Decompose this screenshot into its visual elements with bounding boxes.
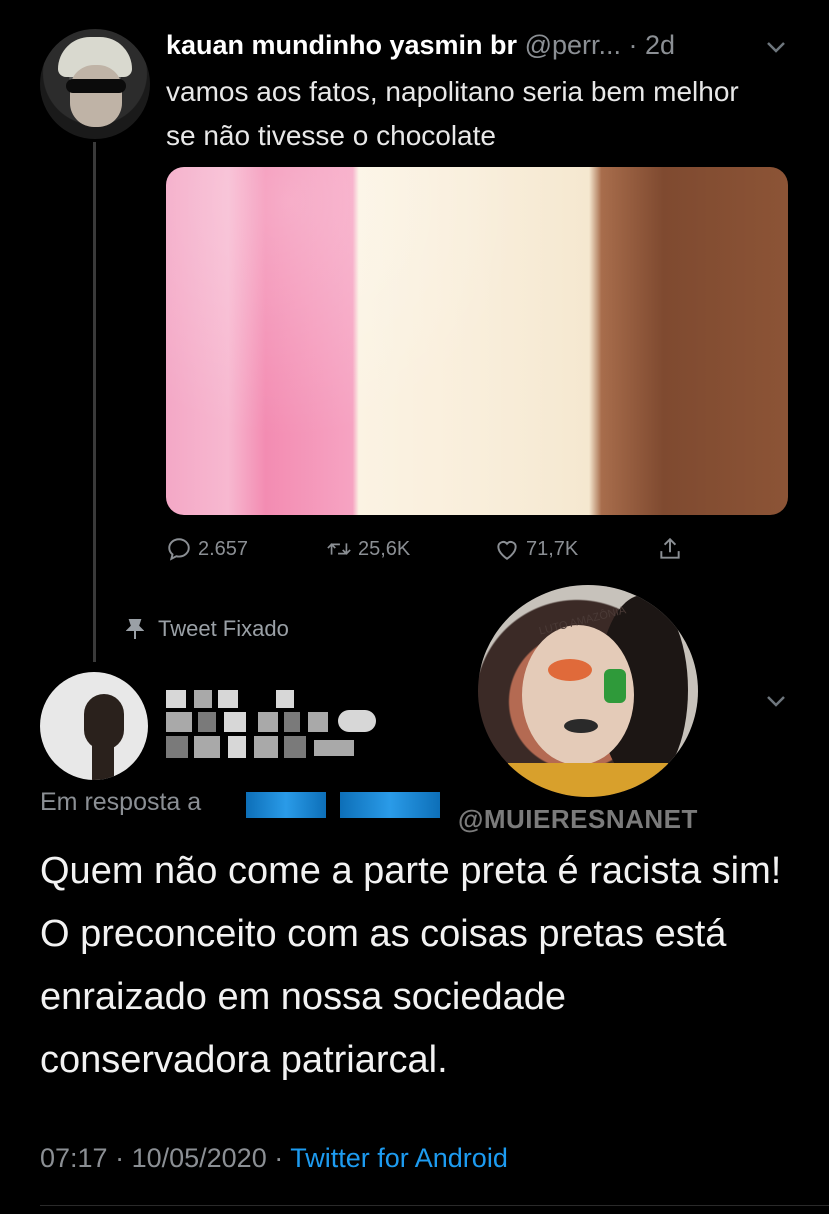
- pin-icon: [126, 619, 144, 639]
- chevron-down-icon[interactable]: [766, 34, 786, 60]
- tweet-text: Quem não come a parte preta é racista si…: [40, 850, 782, 1081]
- reply-icon: [168, 538, 190, 561]
- handle[interactable]: @perr...: [525, 30, 621, 60]
- heart-icon: [497, 541, 517, 560]
- like-button[interactable]: 71,7K: [494, 536, 578, 562]
- tweet-time: 07:17: [40, 1143, 108, 1173]
- pinned-text: Tweet Fixado: [158, 616, 289, 641]
- censored-reply-handle: [340, 792, 440, 818]
- flag-paint: [604, 669, 626, 703]
- avatar-sunglasses: [66, 79, 126, 93]
- reply-button[interactable]: 2.657: [166, 536, 248, 562]
- display-name[interactable]: kauan mundinho yasmin br: [166, 30, 517, 60]
- timestamp[interactable]: 2d: [645, 30, 675, 60]
- avatar[interactable]: [40, 672, 148, 780]
- chevron-down-icon[interactable]: [766, 694, 786, 713]
- image-highlight: [166, 167, 788, 515]
- censored-name: [158, 684, 398, 774]
- retweet-button[interactable]: 25,6K: [326, 536, 410, 562]
- divider: [40, 1205, 829, 1206]
- avatar[interactable]: [40, 29, 150, 139]
- meta-separator: ·: [107, 1143, 132, 1173]
- pinned-tweet-label: Tweet Fixado: [126, 616, 289, 642]
- avatar-face: [70, 65, 122, 127]
- tweet-image[interactable]: [166, 167, 788, 515]
- tweet-text: vamos aos fatos, napolitano seria bem me…: [166, 76, 739, 151]
- tweet-meta: 07:17 · 10/05/2020 · Twitter for Android: [40, 1143, 508, 1174]
- reply-to-line: Em resposta a: [40, 788, 201, 817]
- reply-count: 2.657: [198, 537, 249, 560]
- avatar-neck: [92, 742, 114, 780]
- time-separator: ·: [621, 30, 646, 60]
- thread-line: [93, 142, 96, 662]
- reply-to-prefix: Em resposta a: [40, 788, 202, 816]
- censored-reply-handle: [246, 792, 326, 818]
- tweet-header: kauan mundinho yasmin br @perr... · 2d: [166, 30, 675, 61]
- share-icon: [660, 537, 680, 559]
- watermark: @MUIERESNANET: [458, 804, 698, 834]
- tweet-date: 10/05/2020: [131, 1143, 267, 1173]
- share-button[interactable]: [657, 536, 683, 562]
- like-count: 71,7K: [526, 537, 579, 560]
- retweet-count: 25,6K: [358, 537, 411, 560]
- overlay-profile-photo: LUTO AMAZÔNIA: [478, 585, 698, 797]
- meta-separator: ·: [266, 1143, 291, 1173]
- retweet-icon: [327, 543, 351, 555]
- source-link[interactable]: Twitter for Android: [290, 1143, 508, 1173]
